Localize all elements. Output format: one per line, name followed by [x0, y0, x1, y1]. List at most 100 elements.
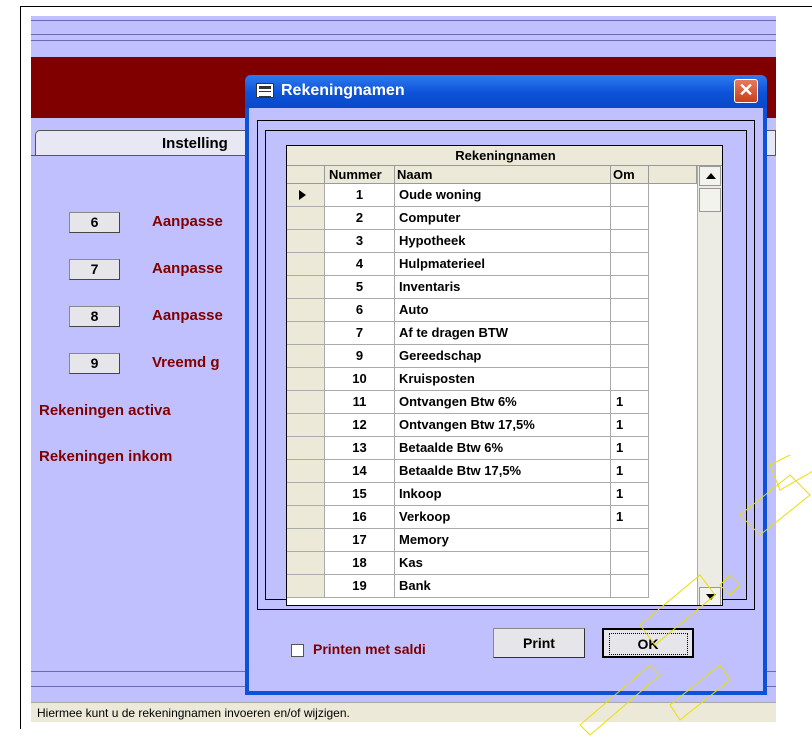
cell-nummer[interactable]: 15 [325, 483, 395, 506]
row-selector[interactable] [287, 299, 325, 322]
option-label-9[interactable]: Vreemd g [152, 354, 220, 371]
table-row[interactable]: 18 Kas [287, 552, 697, 575]
cell-nummer[interactable]: 13 [325, 437, 395, 460]
table-row[interactable]: 19 Bank [287, 575, 697, 598]
cell-om[interactable] [611, 230, 649, 253]
scroll-down-icon[interactable] [699, 587, 721, 605]
cell-naam[interactable]: Ontvangen Btw 6% [395, 391, 611, 414]
cell-naam[interactable]: Hypotheek [395, 230, 611, 253]
row-selector[interactable] [287, 230, 325, 253]
cell-om[interactable]: 1 [611, 483, 649, 506]
cell-om[interactable] [611, 368, 649, 391]
dialog-titlebar[interactable]: Rekeningnamen ✕ [245, 75, 767, 108]
row-selector[interactable] [287, 529, 325, 552]
cell-nummer[interactable]: 10 [325, 368, 395, 391]
row-selector[interactable] [287, 552, 325, 575]
cell-om[interactable] [611, 253, 649, 276]
close-button[interactable]: ✕ [734, 79, 758, 103]
cell-nummer[interactable]: 14 [325, 460, 395, 483]
cell-om[interactable] [611, 299, 649, 322]
cell-naam[interactable]: Memory [395, 529, 611, 552]
cell-naam[interactable]: Auto [395, 299, 611, 322]
table-row[interactable]: 16 Verkoop 1 [287, 506, 697, 529]
accounts-grid[interactable]: Rekeningnamen Nummer Naam Om 1 Oude wonin… [286, 145, 723, 606]
cell-om[interactable] [611, 575, 649, 598]
scroll-up-icon[interactable] [699, 166, 721, 186]
cell-om[interactable] [611, 345, 649, 368]
table-row[interactable]: 14 Betaalde Btw 17,5% 1 [287, 460, 697, 483]
table-row[interactable]: 11 Ontvangen Btw 6% 1 [287, 391, 697, 414]
cell-naam[interactable]: Bank [395, 575, 611, 598]
cell-nummer[interactable]: 2 [325, 207, 395, 230]
cell-nummer[interactable]: 5 [325, 276, 395, 299]
cell-nummer[interactable]: 6 [325, 299, 395, 322]
header-nummer[interactable]: Nummer [325, 166, 395, 184]
table-row[interactable]: 13 Betaalde Btw 6% 1 [287, 437, 697, 460]
option-button-6[interactable]: 6 [69, 212, 120, 233]
cell-naam[interactable]: Kas [395, 552, 611, 575]
scroll-thumb[interactable] [699, 188, 721, 212]
row-selector[interactable] [287, 253, 325, 276]
cell-nummer[interactable]: 3 [325, 230, 395, 253]
cell-nummer[interactable]: 7 [325, 322, 395, 345]
cell-om[interactable]: 1 [611, 506, 649, 529]
print-saldi-checkbox[interactable] [291, 644, 304, 657]
cell-naam[interactable]: Hulpmaterieel [395, 253, 611, 276]
cell-nummer[interactable]: 11 [325, 391, 395, 414]
table-row[interactable]: 7 Af te dragen BTW [287, 322, 697, 345]
cell-om[interactable] [611, 322, 649, 345]
option-label-8[interactable]: Aanpasse [152, 307, 223, 324]
option-label-7[interactable]: Aanpasse [152, 260, 223, 277]
cell-naam[interactable]: Inventaris [395, 276, 611, 299]
cell-om[interactable] [611, 529, 649, 552]
cell-naam[interactable]: Kruisposten [395, 368, 611, 391]
option-button-8[interactable]: 8 [69, 306, 120, 327]
row-selector[interactable] [287, 207, 325, 230]
cell-nummer[interactable]: 1 [325, 184, 395, 207]
cell-naam[interactable]: Ontvangen Btw 17,5% [395, 414, 611, 437]
row-selector[interactable] [287, 575, 325, 598]
table-row[interactable]: 17 Memory [287, 529, 697, 552]
cell-nummer[interactable]: 12 [325, 414, 395, 437]
table-row[interactable]: 12 Ontvangen Btw 17,5% 1 [287, 414, 697, 437]
print-button[interactable]: Print [493, 628, 585, 658]
cell-naam[interactable]: Verkoop [395, 506, 611, 529]
cell-om[interactable]: 1 [611, 414, 649, 437]
cell-naam[interactable]: Betaalde Btw 6% [395, 437, 611, 460]
cell-naam[interactable]: Inkoop [395, 483, 611, 506]
option-label-6[interactable]: Aanpasse [152, 213, 223, 230]
table-row[interactable]: 3 Hypotheek [287, 230, 697, 253]
row-selector[interactable] [287, 414, 325, 437]
cell-om[interactable]: 1 [611, 437, 649, 460]
rekeningen-activa-link[interactable]: Rekeningen activa [39, 402, 171, 419]
cell-om[interactable] [611, 552, 649, 575]
cell-nummer[interactable]: 18 [325, 552, 395, 575]
cell-nummer[interactable]: 4 [325, 253, 395, 276]
cell-om[interactable] [611, 276, 649, 299]
row-selector[interactable] [287, 506, 325, 529]
cell-nummer[interactable]: 9 [325, 345, 395, 368]
table-row[interactable]: 2 Computer [287, 207, 697, 230]
cell-naam[interactable]: Af te dragen BTW [395, 322, 611, 345]
cell-naam[interactable]: Gereedschap [395, 345, 611, 368]
cell-naam[interactable]: Oude woning [395, 184, 611, 207]
header-naam[interactable]: Naam [395, 166, 611, 184]
row-selector[interactable] [287, 368, 325, 391]
cell-naam[interactable]: Computer [395, 207, 611, 230]
rekeningen-inkomsten-link[interactable]: Rekeningen inkom [39, 448, 172, 465]
row-selector[interactable] [287, 184, 325, 207]
table-row[interactable]: 9 Gereedschap [287, 345, 697, 368]
table-row[interactable]: 10 Kruisposten [287, 368, 697, 391]
option-button-7[interactable]: 7 [69, 259, 120, 280]
print-saldi-label[interactable]: Printen met saldi [313, 641, 426, 657]
row-selector[interactable] [287, 345, 325, 368]
row-selector[interactable] [287, 460, 325, 483]
ok-button[interactable]: OK [602, 628, 694, 658]
table-row[interactable]: 6 Auto [287, 299, 697, 322]
header-om[interactable]: Om [611, 166, 649, 184]
cell-om[interactable]: 1 [611, 460, 649, 483]
vertical-scrollbar[interactable] [697, 166, 722, 605]
table-row[interactable]: 4 Hulpmaterieel [287, 253, 697, 276]
cell-om[interactable] [611, 184, 649, 207]
option-button-9[interactable]: 9 [69, 353, 120, 374]
